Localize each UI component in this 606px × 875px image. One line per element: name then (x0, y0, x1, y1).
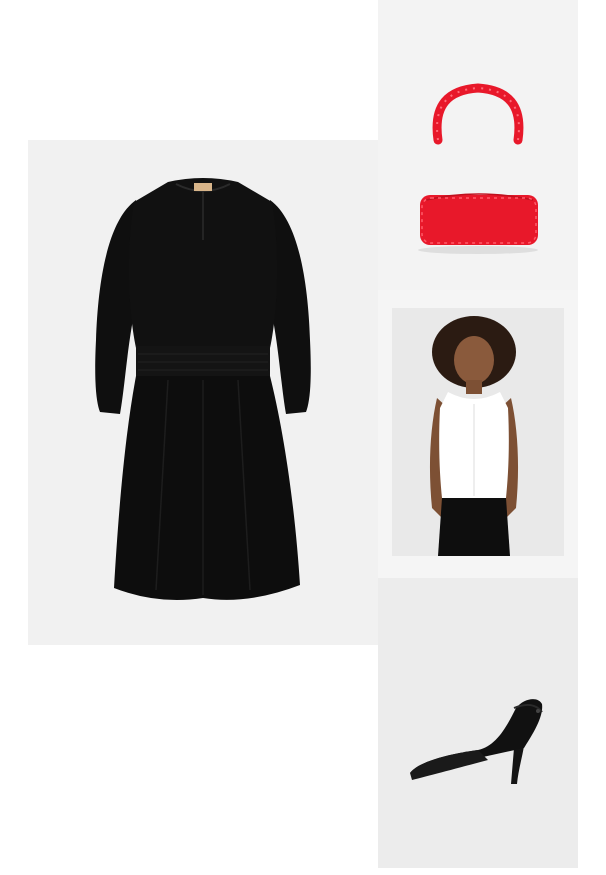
top-product-tile[interactable] (392, 308, 564, 556)
dress-product-tile[interactable] (28, 140, 378, 645)
shoe-product-tile[interactable] (378, 578, 578, 868)
outfit-collage: { "collage": { "items": [ { "name": "bla… (0, 0, 606, 875)
white-tank-top-image (429, 316, 519, 556)
red-beaded-bag-image (418, 83, 538, 254)
bag-product-tile[interactable] (378, 0, 578, 290)
black-dress-image (95, 178, 311, 601)
black-slingback-pump-image (410, 699, 543, 784)
